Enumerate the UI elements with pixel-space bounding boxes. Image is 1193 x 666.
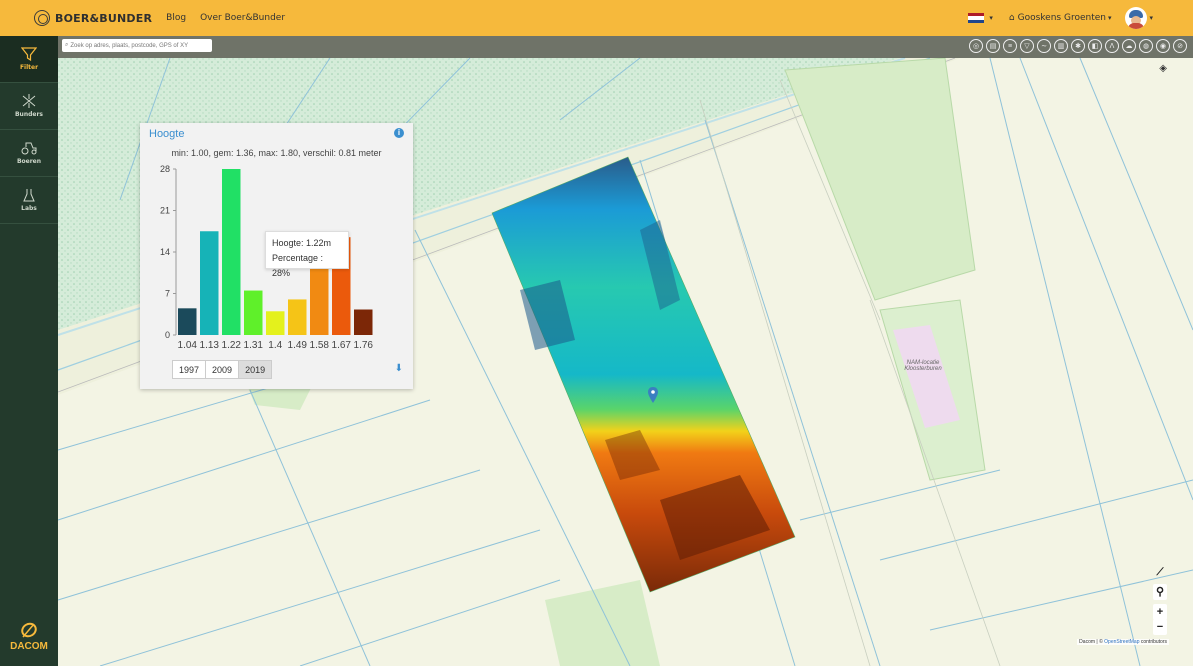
zoom-out-button[interactable]: − bbox=[1153, 619, 1167, 635]
language-flag-icon[interactable] bbox=[968, 13, 985, 23]
bunders-icon bbox=[22, 94, 36, 108]
histogram-bar[interactable] bbox=[354, 309, 373, 335]
chevron-down-icon[interactable]: ▾ bbox=[1149, 14, 1153, 22]
year-tabs: 1997 2009 2019 bbox=[172, 360, 273, 379]
brand-logo-icon bbox=[34, 10, 50, 26]
top-bar: BOER&BUNDER Blog Over Boer&Bunder ▾ ⌂ Go… bbox=[0, 0, 1193, 36]
tooltip-line1: Hoogte: 1.22m bbox=[272, 238, 332, 248]
year-tab-2019[interactable]: 2019 bbox=[238, 360, 273, 379]
measure-icon[interactable]: ◎ bbox=[969, 39, 983, 53]
zoom-in-button[interactable]: + bbox=[1153, 604, 1167, 620]
histogram-bar[interactable] bbox=[244, 290, 263, 335]
x-tick-label: 1.58 bbox=[310, 340, 330, 351]
year-tab-1997[interactable]: 1997 bbox=[172, 360, 207, 379]
map-attribution: Dacom | © OpenStreetMap contributors bbox=[1077, 639, 1169, 645]
chevron-down-icon[interactable]: ▾ bbox=[989, 14, 993, 22]
sidebar-item-boeren[interactable]: Boeren bbox=[0, 130, 58, 176]
building-circle-icon[interactable]: ▥ bbox=[1054, 39, 1068, 53]
grain-icon[interactable]: ✱ bbox=[1071, 39, 1085, 53]
panel-stats: min: 1.00, gem: 1.36, max: 1.80, verschi… bbox=[171, 148, 382, 158]
y-tick-label: 14 bbox=[160, 247, 170, 257]
year-tab-2009[interactable]: 2009 bbox=[205, 360, 240, 379]
x-tick-label: 1.22 bbox=[222, 340, 242, 351]
wave-icon[interactable]: ∼ bbox=[1037, 39, 1051, 53]
sidebar-item-label: Labs bbox=[21, 205, 37, 212]
sidebar-item-bunders[interactable]: Bunders bbox=[0, 83, 58, 129]
height-icon[interactable]: Λ bbox=[1105, 39, 1119, 53]
filter-circle-icon[interactable]: ▽ bbox=[1020, 39, 1034, 53]
list-icon[interactable]: ≡ bbox=[1003, 39, 1017, 53]
histogram-bar[interactable] bbox=[266, 311, 285, 335]
search-input[interactable]: ⌕ Zoek op adres, plaats, postcode, GPS o… bbox=[62, 39, 212, 52]
dacom-leaf-icon bbox=[21, 622, 37, 638]
globe-icon[interactable]: ◉ bbox=[1156, 39, 1170, 53]
sidebar-item-label: Boeren bbox=[16, 158, 42, 165]
sidebar-item-labs[interactable]: Labs bbox=[0, 177, 58, 223]
histogram-bar[interactable] bbox=[178, 308, 197, 335]
field-icon[interactable]: ▤ bbox=[986, 39, 1000, 53]
map-label-nam: NAM-locatie Kloosterburen bbox=[904, 360, 942, 372]
y-tick-label: 21 bbox=[160, 206, 170, 216]
location-marker-icon[interactable] bbox=[648, 387, 658, 403]
x-tick-label: 1.4 bbox=[268, 340, 282, 351]
x-tick-label: 1.49 bbox=[288, 340, 308, 351]
y-tick-label: 28 bbox=[160, 164, 170, 174]
brand-name: BOER&BUNDER bbox=[55, 11, 153, 25]
dacom-label: DACOM bbox=[10, 641, 48, 652]
map-tool-icons: ◎ ▤ ≡ ▽ ∼ ▥ ✱ ◧ Λ ☁ ◍ ◉ ⊘ bbox=[966, 39, 1187, 53]
histogram-bar[interactable] bbox=[288, 299, 307, 335]
download-icon[interactable]: ⬇ bbox=[395, 363, 403, 374]
filter-icon bbox=[21, 47, 37, 61]
nav-over[interactable]: Over Boer&Bunder bbox=[200, 13, 285, 23]
hoogte-panel: Hoogte i min: 1.00, gem: 1.36, max: 1.80… bbox=[140, 123, 413, 389]
tractor-circle-icon[interactable]: ◍ bbox=[1139, 39, 1153, 53]
x-tick-label: 1.31 bbox=[244, 340, 264, 351]
search-icon: ⌕ bbox=[65, 42, 69, 48]
flask-icon bbox=[23, 189, 35, 202]
sidebar-item-label: Filter bbox=[19, 64, 39, 71]
layers-circle-icon[interactable]: ◧ bbox=[1088, 39, 1102, 53]
x-tick-label: 1.13 bbox=[200, 340, 220, 351]
locate-icon[interactable]: ⚲ bbox=[1153, 584, 1167, 600]
info-icon[interactable]: i bbox=[394, 128, 404, 138]
satellite-icon[interactable]: ⊘ bbox=[1173, 39, 1187, 53]
sidebar-item-filter[interactable]: Filter bbox=[0, 36, 58, 82]
ruler-icon[interactable]: ⟋ bbox=[1153, 565, 1167, 581]
x-tick-label: 1.04 bbox=[178, 340, 198, 351]
search-placeholder: Zoek op adres, plaats, postcode, GPS of … bbox=[70, 42, 189, 49]
tooltip-line2: Percentage : 28% bbox=[272, 253, 324, 278]
company-selector[interactable]: Gooskens Groenten bbox=[1018, 13, 1106, 23]
sidebar-item-label: Bunders bbox=[14, 111, 43, 118]
building-icon: ⌂ bbox=[1008, 13, 1015, 23]
sidebar: Filter Bunders Boeren Labs bbox=[0, 36, 58, 666]
nav-blog[interactable]: Blog bbox=[166, 13, 186, 23]
top-right: ▾ ⌂ Gooskens Groenten ▾ ▾ bbox=[968, 0, 1153, 36]
histogram-bar[interactable] bbox=[222, 169, 241, 335]
attribution-prefix: Dacom | © bbox=[1079, 639, 1105, 645]
y-tick-label: 0 bbox=[165, 330, 170, 340]
panel-title: Hoogte bbox=[149, 128, 185, 140]
brand[interactable]: BOER&BUNDER bbox=[34, 10, 152, 26]
histogram-bar[interactable] bbox=[200, 231, 219, 335]
attribution-suffix: contributors bbox=[1139, 639, 1167, 645]
avatar[interactable] bbox=[1125, 7, 1148, 29]
cloud-icon[interactable]: ☁ bbox=[1122, 39, 1136, 53]
x-tick-label: 1.67 bbox=[332, 340, 352, 351]
tractor-icon bbox=[21, 142, 37, 155]
dacom-logo: DACOM bbox=[0, 621, 58, 652]
y-tick-label: 7 bbox=[165, 289, 170, 299]
chart-tooltip: Hoogte: 1.22m Percentage : 28% bbox=[265, 231, 349, 278]
chevron-down-icon[interactable]: ▾ bbox=[1108, 14, 1112, 22]
layers-icon[interactable]: ◈ bbox=[1159, 63, 1167, 74]
osm-link[interactable]: OpenStreetMap bbox=[1104, 639, 1139, 645]
x-tick-label: 1.76 bbox=[354, 340, 374, 351]
